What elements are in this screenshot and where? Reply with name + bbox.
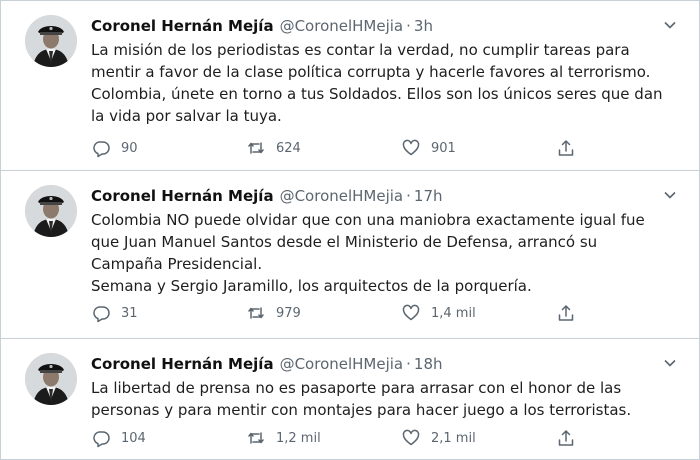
tweet-actions: 104 1,2 mil 2,1 mil (91, 427, 591, 449)
display-name[interactable]: Coronel Hernán Mejía (91, 17, 274, 35)
retweet-count: 624 (276, 140, 301, 156)
reply-button[interactable]: 90 (91, 137, 138, 159)
retweet-count: 979 (276, 305, 301, 321)
like-count: 901 (431, 140, 456, 156)
share-upload-icon (558, 430, 574, 446)
share-button[interactable] (556, 427, 586, 449)
reply-count: 31 (121, 305, 138, 321)
like-button[interactable]: 2,1 mil (401, 427, 476, 449)
tweet-actions: 31 979 1,4 mil (91, 302, 591, 324)
reply-count: 90 (121, 140, 138, 156)
tweet-header: Coronel Hernán Mejía @CoronelHMejia · 17h (91, 185, 443, 207)
user-handle[interactable]: @CoronelHMejia (280, 355, 404, 373)
avatar[interactable] (25, 185, 77, 237)
tweet[interactable]: Coronel Hernán Mejía @CoronelHMejia · 18h L… (1, 339, 699, 459)
like-count: 2,1 mil (431, 430, 476, 446)
tweet[interactable]: Coronel Hernán Mejía @CoronelHMejia · 17h C… (1, 171, 699, 339)
tweet-header: Coronel Hernán Mejía @CoronelHMejia · 18h (91, 353, 443, 375)
retweet-icon (248, 432, 264, 444)
tweet-text: Colombia NO puede olvidar que con una ma… (91, 211, 645, 295)
reply-button[interactable]: 104 (91, 427, 146, 449)
chevron-down-icon[interactable] (663, 17, 677, 31)
heart-icon (402, 429, 420, 446)
reply-bubble-icon (93, 431, 110, 448)
tweet[interactable]: Coronel Hernán Mejía @CoronelHMejia · 3h La… (1, 1, 699, 171)
share-upload-icon (558, 305, 574, 321)
display-name[interactable]: Coronel Hernán Mejía (91, 187, 274, 205)
retweet-icon (248, 307, 264, 319)
retweet-button[interactable]: 624 (246, 137, 301, 159)
heart-icon (402, 139, 420, 156)
tweet-text: La libertad de prensa no es pasaporte pa… (91, 379, 632, 419)
reply-bubble-icon (93, 306, 110, 323)
retweet-button[interactable]: 979 (246, 302, 301, 324)
like-count: 1,4 mil (431, 305, 476, 321)
timestamp[interactable]: 17h (414, 187, 443, 205)
like-button[interactable]: 1,4 mil (401, 302, 476, 324)
retweet-count: 1,2 mil (276, 430, 321, 446)
separator-dot: · (406, 187, 411, 205)
like-button[interactable]: 901 (401, 137, 456, 159)
reply-count: 104 (121, 430, 146, 446)
separator-dot: · (406, 355, 411, 373)
reply-bubble-icon (93, 141, 110, 158)
heart-icon (402, 304, 420, 321)
timestamp[interactable]: 18h (414, 355, 443, 373)
tweet-actions: 90 624 901 (91, 137, 591, 159)
retweet-icon (248, 142, 264, 154)
retweet-button[interactable]: 1,2 mil (246, 427, 321, 449)
avatar[interactable] (25, 353, 77, 405)
chevron-down-icon[interactable] (663, 355, 677, 369)
avatar[interactable] (25, 15, 77, 67)
separator-dot: · (406, 17, 411, 35)
tweet-text: La misión de los periodistas es contar l… (91, 41, 663, 125)
display-name[interactable]: Coronel Hernán Mejía (91, 355, 274, 373)
timestamp[interactable]: 3h (414, 17, 433, 35)
tweet-timeline: Coronel Hernán Mejía @CoronelHMejia · 3h La… (0, 0, 700, 460)
user-handle[interactable]: @CoronelHMejia (280, 17, 404, 35)
share-button[interactable] (556, 302, 586, 324)
share-upload-icon (558, 140, 574, 156)
share-button[interactable] (556, 137, 586, 159)
chevron-down-icon[interactable] (663, 187, 677, 201)
tweet-header: Coronel Hernán Mejía @CoronelHMejia · 3h (91, 15, 433, 37)
user-handle[interactable]: @CoronelHMejia (280, 187, 404, 205)
reply-button[interactable]: 31 (91, 302, 138, 324)
